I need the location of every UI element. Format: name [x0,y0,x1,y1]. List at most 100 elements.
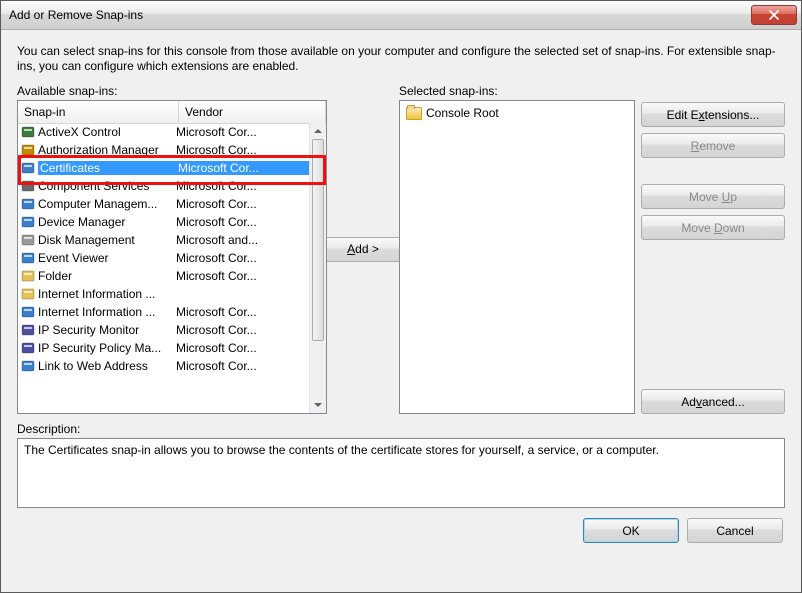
snapin-vendor: Microsoft Cor... [170,143,310,157]
selected-label-text: Selected snap-ins: [399,84,498,98]
available-panel: Available snap-ins: Snap-in Vendor Activ… [17,84,327,414]
snapin-row[interactable]: Internet Information ...Microsoft Cor... [18,303,310,321]
cert-icon [18,160,38,176]
snapin-vendor: Microsoft Cor... [170,305,310,319]
advanced-label: Advanced... [681,395,744,409]
move-up-label: Move Up [689,190,737,204]
snapin-name: ActiveX Control [38,125,170,139]
snapin-row[interactable]: CertificatesMicrosoft Cor... [18,159,310,177]
snapin-name: Device Manager [38,215,170,229]
snapin-row[interactable]: ActiveX ControlMicrosoft Cor... [18,123,310,141]
description-section: Description: The Certificates snap-in al… [17,422,785,508]
iis-icon [18,304,38,320]
snapin-vendor: Microsoft Cor... [170,323,310,337]
chevron-down-icon [314,403,322,407]
disk-icon [18,232,38,248]
available-snapins-list[interactable]: Snap-in Vendor ActiveX ControlMicrosoft … [17,100,327,414]
snapin-vendor: Microsoft Cor... [170,269,310,283]
folder-icon [18,286,38,302]
ok-button[interactable]: OK [583,518,679,543]
snapin-vendor: Microsoft and... [170,233,310,247]
snapin-row[interactable]: FolderMicrosoft Cor... [18,267,310,285]
snapin-row[interactable]: Computer Managem...Microsoft Cor... [18,195,310,213]
close-icon [769,10,779,20]
remove-button[interactable]: Remove [641,133,785,158]
edit-extensions-button[interactable]: Edit Extensions... [641,102,785,127]
header-snapin[interactable]: Snap-in [18,101,179,123]
scroll-track[interactable] [310,139,326,397]
scroll-thumb[interactable] [312,139,324,341]
snapin-vendor: Microsoft Cor... [170,125,310,139]
snapin-row[interactable]: Event ViewerMicrosoft Cor... [18,249,310,267]
activex-icon [18,124,38,140]
event-icon [18,250,38,266]
snapin-name: Event Viewer [38,251,170,265]
dialog-window: Add or Remove Snap-ins You can select sn… [0,0,802,593]
titlebar: Add or Remove Snap-ins [1,1,801,30]
snapin-row[interactable]: Device ManagerMicrosoft Cor... [18,213,310,231]
snapin-name: Authorization Manager [38,143,170,157]
mgmt-icon [18,196,38,212]
selected-snapins-list[interactable]: Console Root [399,100,635,414]
window-title: Add or Remove Snap-ins [9,8,751,22]
snapin-row[interactable]: Authorization ManagerMicrosoft Cor... [18,141,310,159]
snapin-vendor: Microsoft Cor... [170,359,310,373]
add-button[interactable]: Add > [323,237,403,262]
move-up-button[interactable]: Move Up [641,184,785,209]
folder-icon [18,268,38,284]
snapin-name: Computer Managem... [38,197,170,211]
snapin-vendor: Microsoft Cor... [170,251,310,265]
snapin-row[interactable]: Link to Web AddressMicrosoft Cor... [18,357,310,375]
cancel-button[interactable]: Cancel [687,518,783,543]
ippol-icon [18,340,38,356]
snapin-row[interactable]: Internet Information ... [18,285,310,303]
chevron-up-icon [314,129,322,133]
snapin-name: IP Security Monitor [38,323,170,337]
authz-icon [18,142,38,158]
snapin-row[interactable]: IP Security MonitorMicrosoft Cor... [18,321,310,339]
snapin-name: Internet Information ... [38,305,170,319]
intro-text: You can select snap-ins for this console… [17,44,785,74]
dialog-body: You can select snap-ins for this console… [1,30,801,592]
edit-extensions-label: Edit Extensions... [667,108,760,122]
available-label-text: Available snap-ins: [17,84,118,98]
description-label: Description: [17,422,785,436]
scrollbar[interactable] [309,123,326,413]
snapin-name: Component Services [38,179,170,193]
selected-item-label: Console Root [426,106,499,120]
scroll-up-button[interactable] [310,123,326,139]
description-box: The Certificates snap-in allows you to b… [17,438,785,508]
close-button[interactable] [751,5,797,25]
ipmon-icon [18,322,38,338]
advanced-button[interactable]: Advanced... [641,389,785,414]
dialog-footer: OK Cancel [17,518,785,543]
snapin-row[interactable]: IP Security Policy Ma...Microsoft Cor... [18,339,310,357]
snapin-name: Internet Information ... [38,287,170,301]
scroll-down-button[interactable] [310,397,326,413]
comp-icon [18,178,38,194]
snapin-vendor: Microsoft Cor... [170,215,310,229]
add-label: Add > [347,242,379,256]
snapin-vendor: Microsoft Cor... [170,197,310,211]
list-body: ActiveX ControlMicrosoft Cor...Authoriza… [18,123,310,413]
move-down-label: Move Down [681,221,744,235]
selected-list-body: Console Root [400,101,634,125]
device-icon [18,214,38,230]
snapin-vendor: Microsoft Cor... [170,179,310,193]
snapin-name: IP Security Policy Ma... [38,341,170,355]
snapin-vendor: Microsoft Cor... [170,341,310,355]
snapin-name: Certificates [38,161,172,175]
move-down-button[interactable]: Move Down [641,215,785,240]
selected-item[interactable]: Console Root [406,105,628,121]
snapin-row[interactable]: Disk ManagementMicrosoft and... [18,231,310,249]
snapin-row[interactable]: Component ServicesMicrosoft Cor... [18,177,310,195]
remove-label: Remove [691,139,736,153]
side-buttons: Edit Extensions... Remove Move Up Move D… [641,84,785,414]
middle-controls: Add > [333,84,393,414]
snapin-name: Disk Management [38,233,170,247]
snapin-name: Folder [38,269,170,283]
available-label: Available snap-ins: [17,84,327,98]
header-vendor[interactable]: Vendor [179,101,326,123]
link-icon [18,358,38,374]
folder-icon [406,107,422,120]
